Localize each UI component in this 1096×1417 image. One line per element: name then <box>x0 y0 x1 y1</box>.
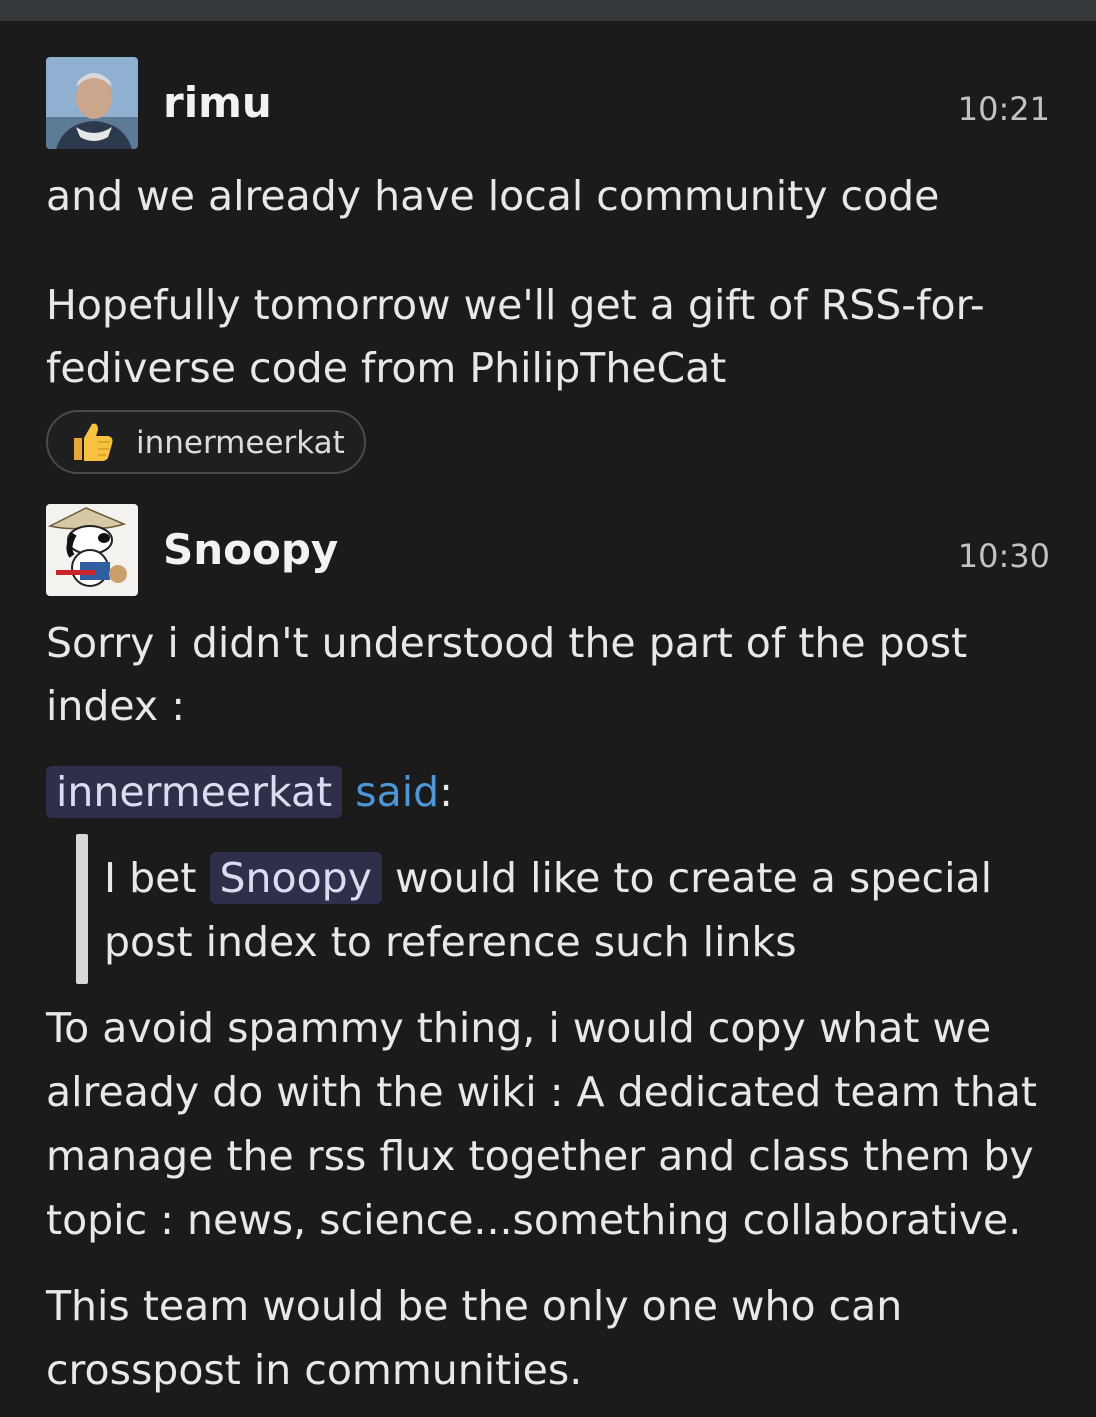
message-text-line: already do with the wiki : A dedicated t… <box>46 1068 1037 1116</box>
message-text-line: Sorry i didn't understood the part of th… <box>46 619 968 667</box>
user-photo-avatar-icon[interactable] <box>46 57 138 149</box>
username[interactable]: Snoopy <box>163 526 338 574</box>
timestamp: 10:21 <box>957 90 1050 128</box>
snoopy-cartoon-avatar-icon[interactable] <box>46 504 138 596</box>
mention-innermeerkat[interactable]: innermeerkat <box>46 766 343 818</box>
message-text-line: index : <box>46 682 186 730</box>
timestamp: 10:30 <box>957 537 1050 575</box>
message-text-line: crosspost in communities. <box>46 1346 583 1394</box>
message-text-line: manage the rss flux together and class t… <box>46 1132 1034 1180</box>
username[interactable]: rimu <box>163 79 272 127</box>
message-text-line: fediverse code from PhilipTheCat <box>46 344 727 392</box>
message-header: rimu 10:21 <box>46 57 1050 149</box>
said-link[interactable]: said <box>355 768 439 816</box>
quote-text: would like to create a special <box>395 854 992 902</box>
message-text-line: This team would be the only one who can <box>46 1282 903 1330</box>
message-text-line: topic : news, science...something collab… <box>46 1196 1022 1244</box>
message-header: Snoopy 10:30 <box>46 504 1050 596</box>
colon: : <box>439 768 453 816</box>
quote-line: I bet Snoopy would like to create a spec… <box>104 846 1054 910</box>
quote-bar <box>76 834 88 984</box>
thumbs-up-icon <box>74 423 113 461</box>
quote-text: I bet <box>104 854 197 902</box>
message-text-line: To avoid spammy thing, i would copy what… <box>46 1004 992 1052</box>
reaction-user: innermeerkat <box>136 425 345 461</box>
quote-line: post index to reference such links <box>104 918 797 966</box>
reaction-chip[interactable]: innermeerkat <box>46 410 366 474</box>
top-bar <box>0 0 1096 21</box>
message-text-line: and we already have local community code <box>46 172 940 220</box>
mention-snoopy[interactable]: Snoopy <box>209 852 382 904</box>
quote-attribution: innermeerkat said: <box>46 760 1056 824</box>
message-text-line: Hopefully tomorrow we'll get a gift of R… <box>46 281 985 329</box>
